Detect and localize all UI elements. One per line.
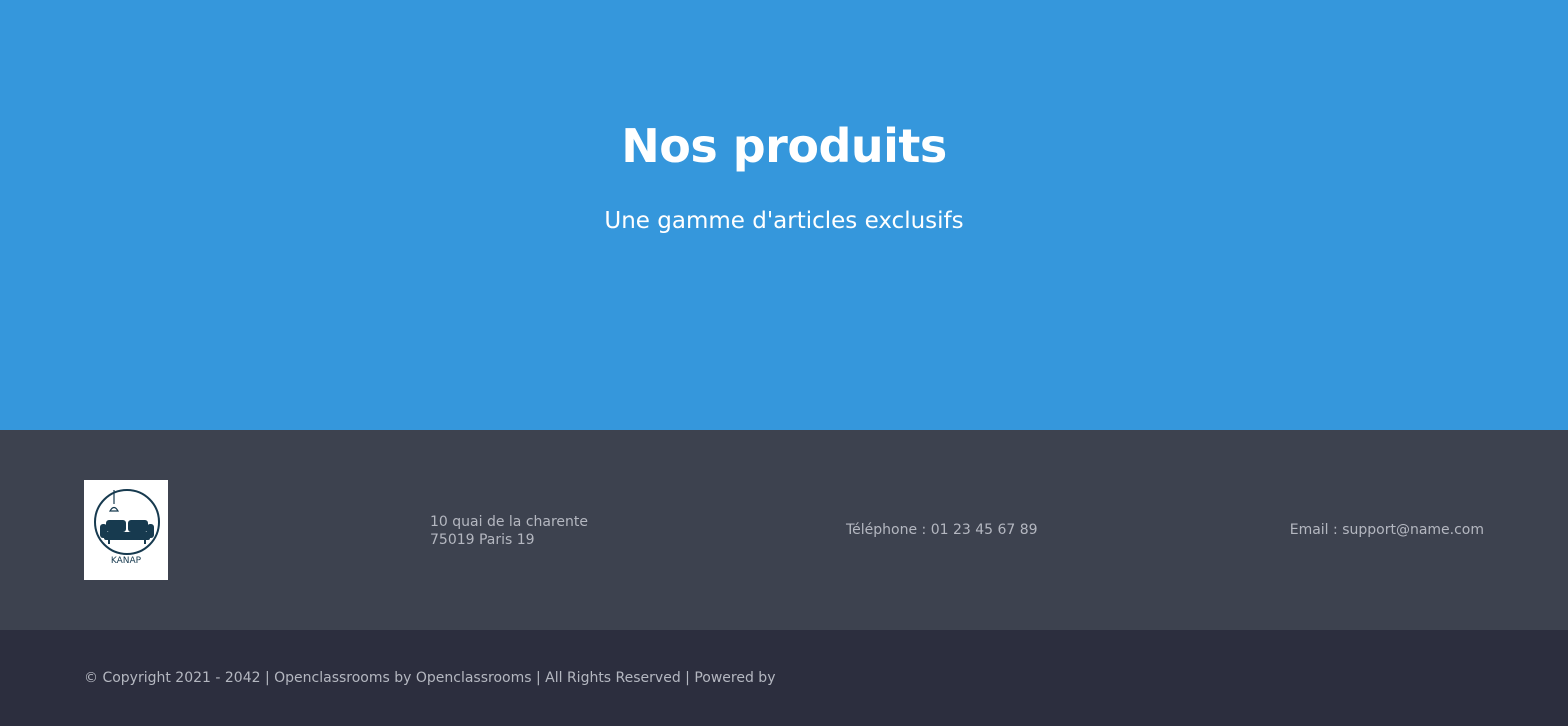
logo-text: KANAP bbox=[110, 556, 142, 566]
address-line-1: 10 quai de la charente bbox=[430, 514, 588, 530]
footer: KANAP 10 quai de la charente 75019 Paris… bbox=[0, 430, 1568, 630]
footer-phone: Téléphone : 01 23 45 67 89 bbox=[846, 522, 1038, 538]
page-title: Nos produits bbox=[621, 119, 947, 173]
hero-banner: Nos produits Une gamme d'articles exclus… bbox=[0, 0, 1568, 430]
kanap-logo[interactable]: KANAP bbox=[84, 480, 168, 580]
footer-email: Email : support@name.com bbox=[1289, 522, 1484, 538]
footer-address: 10 quai de la charente 75019 Paris 19 bbox=[430, 513, 588, 549]
page-subtitle: Une gamme d'articles exclusifs bbox=[604, 208, 964, 234]
footer-bottom-bar: © Copyright 2021 - 2042 | Openclassrooms… bbox=[0, 630, 1568, 726]
copyright-text: © Copyright 2021 - 2042 | Openclassrooms… bbox=[84, 670, 776, 686]
address-line-2: 75019 Paris 19 bbox=[430, 532, 535, 548]
